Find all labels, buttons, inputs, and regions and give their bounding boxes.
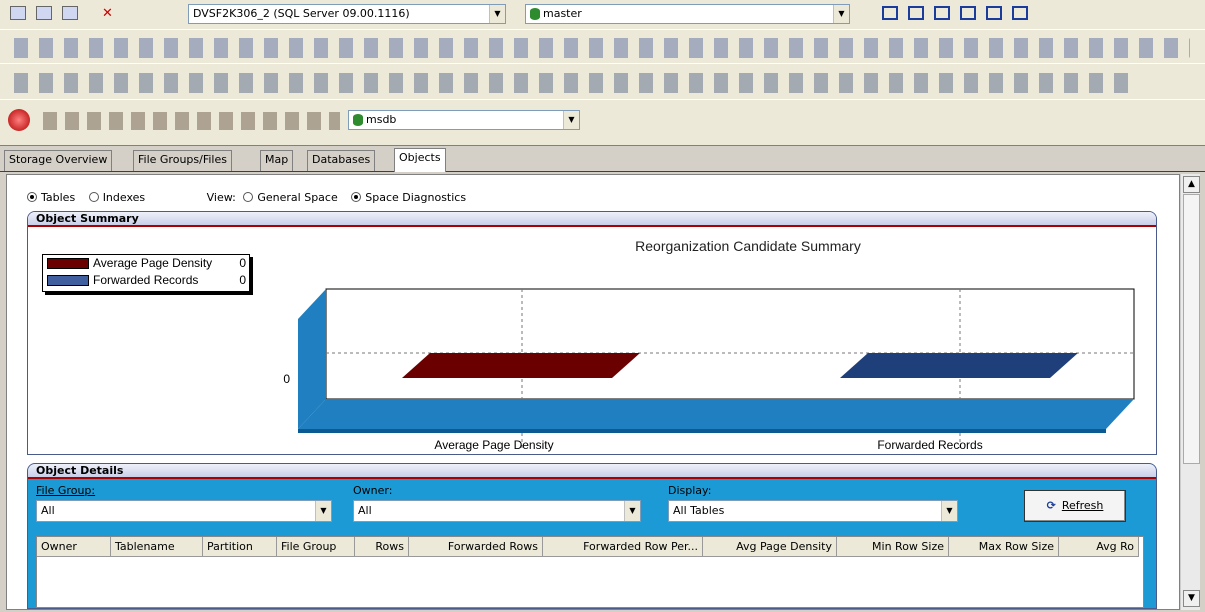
file-group-select[interactable]: All ▼: [36, 500, 332, 522]
chart-back-wall: [325, 288, 1135, 400]
refresh-button[interactable]: ⟳ Refresh: [1024, 490, 1126, 522]
radio-icon: [243, 192, 254, 202]
legend-item: Forwarded Records 0: [43, 272, 249, 289]
grid-column-header[interactable]: Tablename: [111, 537, 203, 557]
toolbar-row-4: msdb ▼: [0, 100, 1205, 146]
view-label: View:: [206, 191, 236, 204]
x-tick-label: Average Page Density: [434, 438, 553, 452]
chevron-down-icon[interactable]: ▼: [833, 5, 849, 23]
toolbar-icons-row-3[interactable]: [10, 73, 1130, 93]
layout-icon[interactable]: [908, 6, 924, 20]
tables-radio[interactable]: Tables: [27, 191, 75, 204]
disconnect-icon[interactable]: ✕: [102, 6, 113, 21]
toolbar-icons-row-4[interactable]: [40, 112, 340, 130]
layout-icon[interactable]: [934, 6, 950, 20]
legend-swatch: [47, 258, 89, 269]
scroll-down-button[interactable]: ▼: [1183, 590, 1200, 607]
refresh-icon: ⟳: [1046, 499, 1056, 512]
layout-icon[interactable]: [960, 6, 976, 20]
layout-icon[interactable]: [1012, 6, 1028, 20]
grid-column-header[interactable]: Avg Ro: [1059, 537, 1139, 557]
display-select[interactable]: All Tables ▼: [668, 500, 958, 522]
file-group-label: File Group:: [36, 484, 96, 497]
grid-column-header[interactable]: Partition: [203, 537, 277, 557]
indexes-radio[interactable]: Indexes: [88, 191, 145, 204]
owner-select[interactable]: All ▼: [353, 500, 641, 522]
toolbar-row-2: [0, 30, 1205, 64]
display-label: Display:: [668, 484, 712, 497]
tab-databases[interactable]: Databases: [307, 150, 376, 171]
owner-label: Owner:: [353, 484, 393, 497]
legend-swatch: [47, 275, 89, 286]
grid-column-header[interactable]: Owner: [37, 537, 111, 557]
database-combo[interactable]: msdb ▼: [348, 110, 580, 130]
toolbar-buttons-right[interactable]: [862, 6, 1072, 24]
tab-storage-overview[interactable]: Storage Overview: [4, 150, 113, 171]
tab-file-groups-files[interactable]: File Groups/Files: [133, 150, 232, 171]
toolbar-icons-row-2[interactable]: [10, 38, 1190, 58]
objects-panel: Tables Indexes View: General Space Space…: [6, 174, 1180, 610]
filter-row: Tables Indexes View: General Space Space…: [27, 191, 466, 205]
toolbar-buttons-left[interactable]: ✕: [6, 6, 166, 24]
toolbar-row-3: [0, 64, 1205, 100]
window-icon[interactable]: [62, 6, 78, 20]
chevron-down-icon[interactable]: ▼: [315, 501, 331, 521]
toolbar-row-1: ✕ DVSF2K306_2 (SQL Server 09.00.1116) ▼ …: [0, 0, 1205, 30]
tab-objects[interactable]: Objects: [394, 148, 446, 172]
object-summary-section: Object Summary Reorganization Candidate …: [27, 211, 1157, 455]
general-space-radio[interactable]: General Space: [243, 191, 338, 204]
radio-icon: [27, 192, 37, 202]
chevron-down-icon[interactable]: ▼: [563, 111, 579, 129]
chart-bar: [840, 353, 1078, 378]
grid-column-header[interactable]: File Group: [277, 537, 355, 557]
grid-header: Owner Tablename Partition File Group Rows For…: [37, 537, 1139, 557]
grid-column-header[interactable]: Min Row Size: [837, 537, 949, 557]
window-icon[interactable]: [10, 6, 26, 20]
database-icon: [353, 114, 363, 126]
grid-column-header[interactable]: Avg Page Density: [703, 537, 837, 557]
tab-map[interactable]: Map: [260, 150, 294, 171]
grid-column-header[interactable]: Max Row Size: [949, 537, 1059, 557]
chevron-down-icon[interactable]: ▼: [489, 5, 505, 23]
grid-column-header[interactable]: Forwarded Rows: [409, 537, 543, 557]
database-red-icon[interactable]: [8, 109, 30, 131]
scroll-thumb[interactable]: [1183, 194, 1200, 464]
details-grid[interactable]: Owner Tablename Partition File Group Rows For…: [36, 536, 1144, 608]
radio-icon: [88, 192, 99, 202]
y-tick-label: 0: [283, 372, 290, 386]
chart-floor-front: [298, 429, 1106, 433]
window-icon[interactable]: [36, 6, 52, 20]
section-header: Object Summary: [28, 212, 1156, 227]
chart-bar: [402, 353, 640, 378]
section-header: Object Details: [28, 464, 1156, 479]
x-tick-label: Forwarded Records: [877, 438, 982, 452]
object-details-section: Object Details File Group: All ▼ Owner: …: [27, 463, 1157, 609]
grid-column-header[interactable]: Forwarded Row Per...: [543, 537, 703, 557]
chevron-down-icon[interactable]: ▼: [624, 501, 640, 521]
legend-item: Average Page Density 0: [43, 255, 249, 272]
layout-icon[interactable]: [882, 6, 898, 20]
chart-floor: [298, 399, 1134, 429]
tab-strip: Storage Overview File Groups/Files Map D…: [0, 148, 1205, 172]
chevron-down-icon[interactable]: ▼: [941, 501, 957, 521]
chart-legend: Average Page Density 0 Forwarded Records…: [42, 254, 250, 292]
database-icon: [530, 8, 540, 20]
layout-icon[interactable]: [986, 6, 1002, 20]
server-combo[interactable]: DVSF2K306_2 (SQL Server 09.00.1116) ▼: [188, 4, 506, 24]
space-diagnostics-radio[interactable]: Space Diagnostics: [351, 191, 466, 204]
scroll-up-button[interactable]: ▲: [1183, 176, 1200, 193]
vertical-scrollbar[interactable]: ▲ ▼: [1180, 174, 1200, 610]
database-combo[interactable]: master ▼: [525, 4, 850, 24]
chart-title: Reorganization Candidate Summary: [635, 238, 861, 254]
radio-icon: [351, 192, 362, 202]
grid-column-header[interactable]: Rows: [355, 537, 409, 557]
